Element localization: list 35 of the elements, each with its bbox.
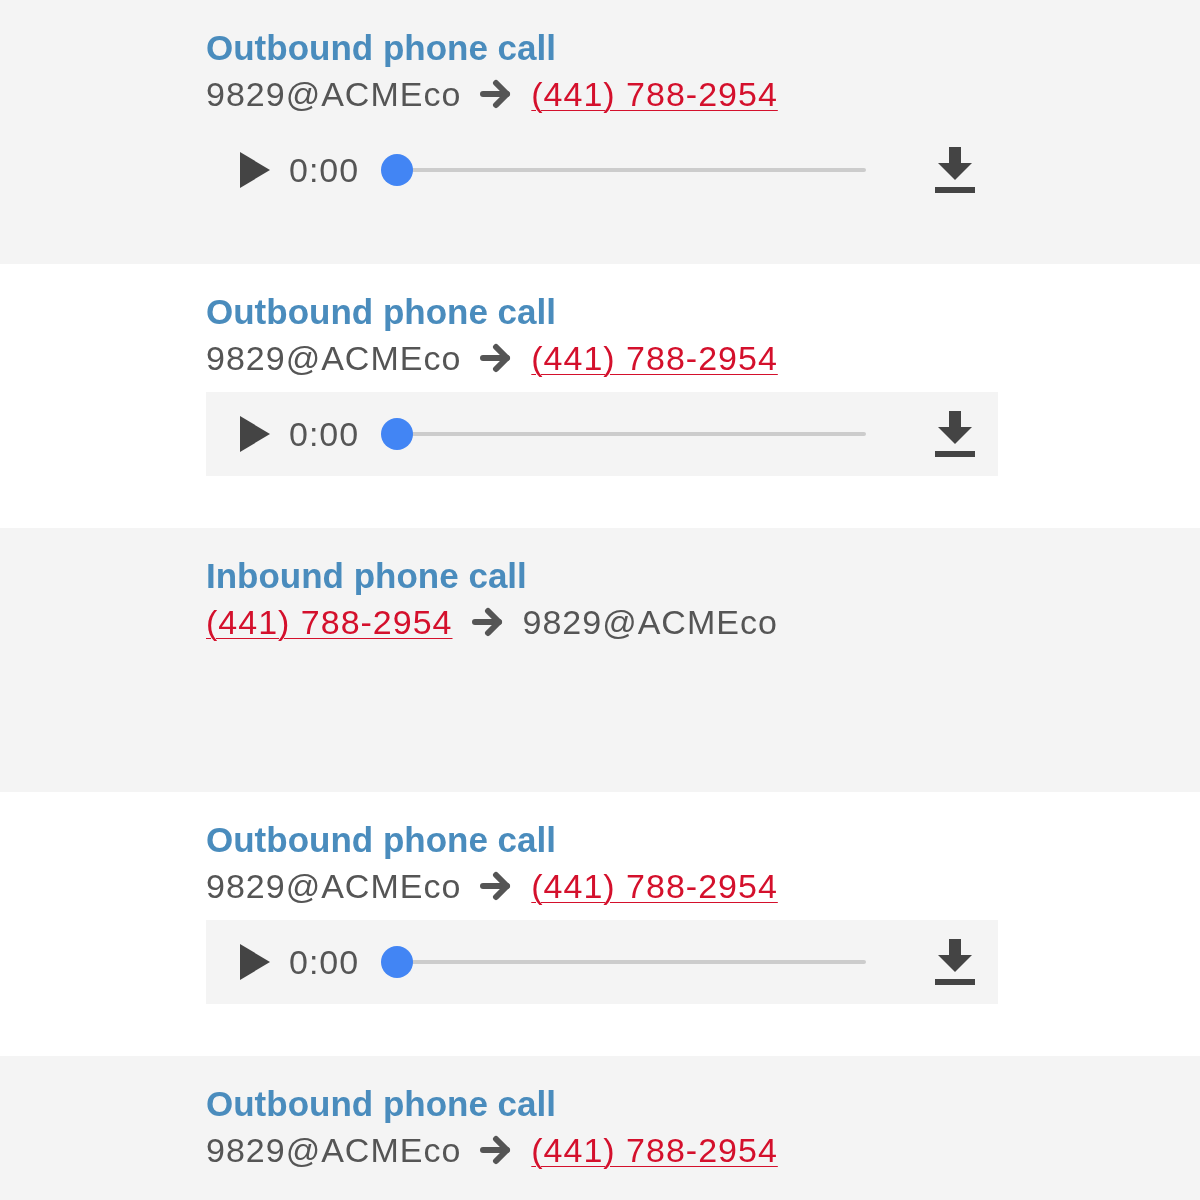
elapsed-time: 0:00: [289, 942, 360, 982]
download-icon[interactable]: [935, 147, 975, 193]
download-icon[interactable]: [935, 411, 975, 457]
phone-number-link[interactable]: (441) 788-2954: [206, 601, 453, 643]
phone-number-link[interactable]: (441) 788-2954: [531, 73, 778, 115]
seek-thumb[interactable]: [381, 418, 414, 450]
phone-number-link[interactable]: (441) 788-2954: [531, 865, 778, 907]
seek-track[interactable]: [381, 946, 866, 978]
seek-track[interactable]: [381, 154, 866, 186]
seek-thumb[interactable]: [381, 946, 414, 978]
arrow-right-icon: [480, 1135, 513, 1165]
extension-label: 9829@ACMEco: [206, 866, 462, 907]
call-title: Inbound phone call: [206, 555, 527, 597]
arrow-right-icon: [480, 871, 513, 901]
call-title: Outbound phone call: [206, 27, 556, 69]
elapsed-time: 0:00: [289, 414, 360, 454]
arrow-right-icon: [471, 607, 504, 637]
call-title: Outbound phone call: [206, 291, 556, 333]
call-title: Outbound phone call: [206, 819, 556, 861]
seek-track[interactable]: [381, 418, 866, 450]
arrow-right-icon: [480, 343, 513, 373]
play-icon[interactable]: [240, 416, 270, 452]
extension-label: 9829@ACMEco: [206, 74, 462, 115]
arrow-right-icon: [480, 79, 513, 109]
extension-label: 9829@ACMEco: [206, 1130, 462, 1171]
play-icon[interactable]: [240, 944, 270, 980]
download-icon[interactable]: [935, 939, 975, 985]
elapsed-time: 0:00: [289, 150, 360, 190]
extension-label: 9829@ACMEco: [522, 602, 778, 643]
phone-number-link[interactable]: (441) 788-2954: [531, 337, 778, 379]
call-title: Outbound phone call: [206, 1083, 556, 1125]
seek-thumb[interactable]: [381, 154, 414, 186]
extension-label: 9829@ACMEco: [206, 338, 462, 379]
play-icon[interactable]: [240, 152, 270, 188]
phone-number-link[interactable]: (441) 788-2954: [531, 1129, 778, 1171]
